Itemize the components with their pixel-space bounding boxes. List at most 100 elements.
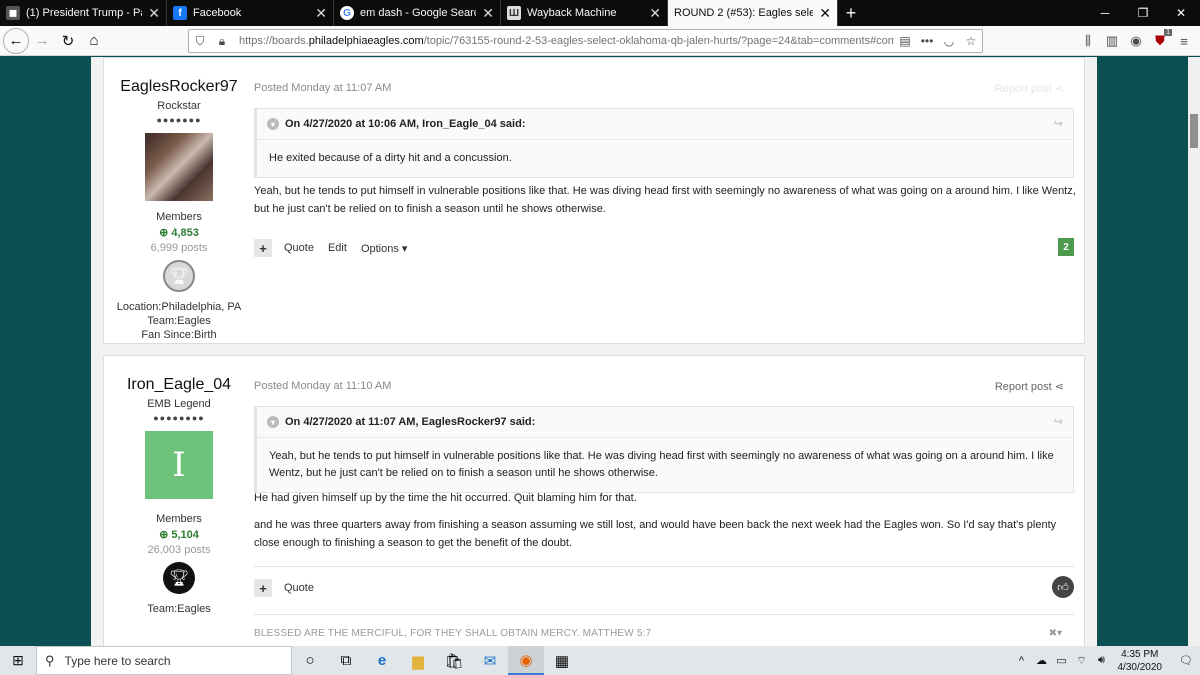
thumbs-up-icon[interactable]: 👍︎: [1052, 576, 1074, 598]
library-icon[interactable]: ⫼: [1076, 29, 1100, 53]
tab-facebook[interactable]: f Facebook ✕: [167, 0, 334, 26]
new-tab-button[interactable]: +: [838, 0, 864, 26]
quote-button[interactable]: Quote: [284, 242, 314, 254]
file-explorer-icon[interactable]: ▆: [400, 646, 436, 675]
quote-link-icon[interactable]: ↪: [1054, 415, 1063, 428]
home-icon[interactable]: ⌂: [81, 28, 107, 54]
collapse-icon[interactable]: ▾: [267, 118, 279, 130]
store-icon[interactable]: 🛍︎: [436, 646, 472, 675]
minimize-icon[interactable]: ─: [1086, 0, 1124, 26]
chevron-up-icon[interactable]: ^: [1013, 655, 1031, 667]
author-name[interactable]: EaglesRocker97: [104, 78, 254, 96]
pocket-icon[interactable]: ◡: [938, 34, 960, 48]
author-panel: EaglesRocker97 Rockstar ●●●●●●● Members …: [104, 58, 254, 342]
bookmark-star-icon[interactable]: ☆: [960, 34, 982, 48]
shield-icon[interactable]: ⛉: [189, 34, 211, 49]
clock-date: 4/30/2020: [1117, 661, 1163, 673]
tab-label: Facebook: [193, 7, 242, 19]
quote-link-icon[interactable]: ↪: [1054, 117, 1063, 130]
avatar[interactable]: I: [145, 431, 213, 499]
windows-taskbar: ⊞ ⚲ Type here to search ○ ⧉ e ▆ 🛍︎ ✉ ◉ ▦…: [0, 646, 1200, 675]
post-timestamp[interactable]: Posted Monday at 11:07 AM: [254, 82, 391, 94]
volume-icon[interactable]: 🔊︎: [1093, 654, 1111, 667]
author-panel: Iron_Eagle_04 EMB Legend ●●●●●●●● I Memb…: [104, 356, 254, 616]
taskbar-search[interactable]: ⚲ Type here to search: [36, 646, 292, 675]
rank-pips: ●●●●●●●●: [153, 413, 205, 423]
report-post-link[interactable]: Report post ⋖: [995, 82, 1064, 95]
close-tab-icon[interactable]: ✕: [482, 5, 494, 22]
tab-google-search[interactable]: G em dash - Google Search ✕: [334, 0, 501, 26]
location-field: Location:Philadelphia, PA: [116, 301, 242, 313]
forward-arrow-icon[interactable]: →: [29, 28, 55, 54]
firefox-icon[interactable]: ◉: [508, 646, 544, 675]
avatar[interactable]: [145, 133, 213, 201]
facebook-icon: f: [173, 6, 187, 20]
plus-circle-icon: ⊕: [159, 529, 172, 541]
tab-round-2-eagles[interactable]: ROUND 2 (#53): Eagles select Oklah ✕: [668, 0, 838, 26]
share-icon[interactable]: ⋖: [1055, 381, 1064, 393]
page-actions-icon[interactable]: •••: [916, 34, 938, 48]
cortana-icon[interactable]: ○: [292, 646, 328, 675]
quote-header: ▾ On 4/27/2020 at 11:07 AM, EaglesRocker…: [257, 407, 1073, 438]
hide-signature-icon[interactable]: ✖▾: [1049, 628, 1062, 639]
close-tab-icon[interactable]: ✕: [819, 5, 831, 22]
restore-icon[interactable]: ❐: [1124, 0, 1162, 26]
windows-start-icon[interactable]: ⊞: [0, 646, 36, 675]
wifi-icon[interactable]: ⌔: [1073, 654, 1091, 668]
taskbar-search-placeholder: Type here to search: [64, 653, 171, 668]
fan-since-field: Fan Since:Birth: [141, 329, 217, 341]
close-window-icon[interactable]: ✕: [1162, 0, 1200, 26]
post-paragraph: He had given himself up by the time the …: [254, 492, 637, 504]
onedrive-icon[interactable]: ☁: [1033, 654, 1051, 667]
options-dropdown[interactable]: Options ▾: [361, 242, 408, 255]
battery-icon[interactable]: ▭: [1053, 654, 1071, 667]
task-view-icon[interactable]: ⧉: [328, 646, 364, 675]
reputation: ⊕ 4,853: [159, 227, 199, 239]
quote-block: ▾ On 4/27/2020 at 11:07 AM, EaglesRocker…: [254, 406, 1074, 493]
quote-button[interactable]: Quote: [284, 582, 314, 594]
scrollbar-thumb[interactable]: [1190, 114, 1198, 148]
multiquote-button[interactable]: +: [254, 579, 272, 597]
wayback-icon: Ш: [507, 6, 521, 20]
reader-view-icon[interactable]: ▤: [894, 34, 916, 48]
author-name[interactable]: Iron_Eagle_04: [104, 376, 254, 394]
url-domain: philadelphiaeagles.com: [308, 35, 424, 47]
clock[interactable]: 4:35 PM 4/30/2020: [1118, 648, 1163, 674]
quote-text: Yeah, but he tends to put himself in vul…: [269, 450, 1054, 479]
calculator-icon[interactable]: ▦: [544, 646, 580, 675]
share-icon[interactable]: ⋖: [1055, 83, 1064, 95]
address-bar[interactable]: ⛉ 🔒︎ https://boards.philadelphiaeagles.c…: [188, 29, 983, 53]
author-rank: EMB Legend: [147, 398, 211, 410]
reaction-count[interactable]: 2: [1058, 238, 1074, 256]
close-tab-icon[interactable]: ✕: [649, 5, 661, 22]
report-post-link[interactable]: Report post ⋖: [995, 380, 1064, 393]
lock-icon[interactable]: 🔒︎: [211, 34, 233, 49]
close-tab-icon[interactable]: ✕: [315, 5, 327, 22]
mail-icon[interactable]: ✉: [472, 646, 508, 675]
multiquote-button[interactable]: +: [254, 239, 272, 257]
account-icon[interactable]: ◉: [1124, 29, 1148, 53]
close-tab-icon[interactable]: ✕: [148, 5, 160, 22]
sidebar-icon[interactable]: ▥: [1100, 29, 1124, 53]
post-count: 6,999 posts: [150, 242, 208, 254]
team-field: Team:Eagles: [147, 315, 211, 327]
edge-icon[interactable]: e: [364, 646, 400, 675]
trophy-icon[interactable]: 🏆︎: [163, 260, 195, 292]
menu-icon[interactable]: ≡: [1172, 29, 1196, 53]
tab-label: (1) President Trump - Page 3004 - C: [26, 7, 142, 19]
tab-wayback-machine[interactable]: Ш Wayback Machine ✕: [501, 0, 668, 26]
ublock-icon[interactable]: ⛊ 1: [1148, 29, 1172, 53]
tab-president-trump[interactable]: ◼ (1) President Trump - Page 3004 - C ✕: [0, 0, 167, 26]
collapse-icon[interactable]: ▾: [267, 416, 279, 428]
back-arrow-icon[interactable]: ←: [3, 27, 29, 54]
reputation: ⊕ 5,104: [159, 529, 199, 541]
system-tray: ^ ☁ ▭ ⌔ 🔊︎ 4:35 PM 4/30/2020 🗨︎: [1012, 646, 1200, 675]
notifications-icon[interactable]: 🗨︎: [1172, 646, 1200, 675]
edit-button[interactable]: Edit: [328, 242, 347, 254]
post-timestamp[interactable]: Posted Monday at 11:10 AM: [254, 380, 391, 392]
url-text[interactable]: https://boards.philadelphiaeagles.com/to…: [239, 35, 894, 47]
reload-icon[interactable]: ↻: [55, 28, 81, 54]
page-scrollbar[interactable]: [1188, 57, 1200, 646]
trophy-icon[interactable]: 🏆︎: [163, 562, 195, 594]
team-field: Team:Eagles: [147, 603, 211, 615]
